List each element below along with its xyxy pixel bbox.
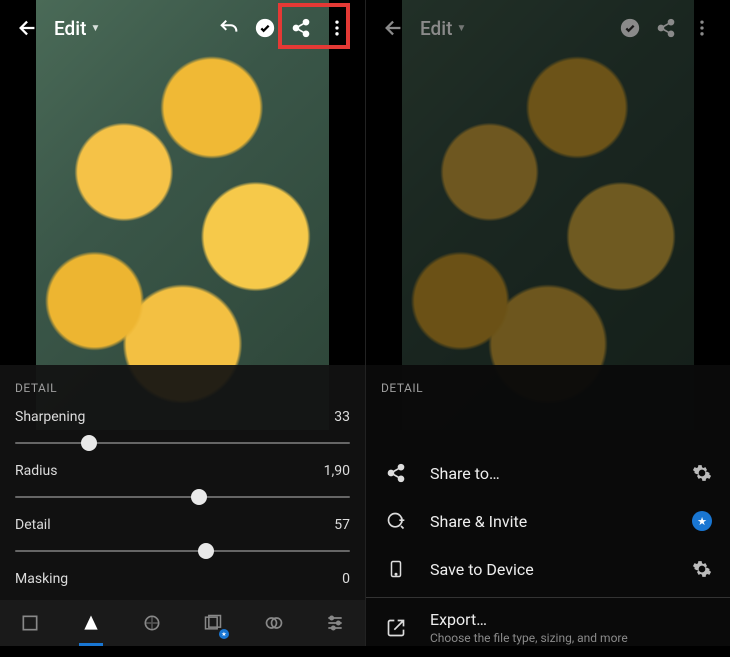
nav-presets-icon[interactable]: ★ — [193, 603, 233, 643]
export-icon — [384, 618, 408, 638]
chevron-down-icon: ▼ — [456, 23, 466, 34]
gear-icon[interactable] — [692, 559, 712, 579]
nav-optics-icon[interactable] — [132, 603, 172, 643]
invite-icon — [384, 511, 408, 531]
undo-icon[interactable] — [211, 10, 247, 46]
share-icon[interactable] — [283, 10, 319, 46]
share-icon — [384, 463, 408, 483]
slider-value: 0 — [342, 571, 350, 587]
nav-adjust-icon[interactable] — [315, 603, 355, 643]
gear-icon[interactable] — [692, 463, 712, 483]
nav-detail-icon[interactable] — [71, 603, 111, 643]
back-icon[interactable] — [10, 10, 46, 46]
mode-label: Edit — [420, 17, 452, 40]
slider-detail[interactable]: Detail 57 — [0, 513, 365, 567]
nav-effects-icon[interactable] — [254, 603, 294, 643]
share-item-label: Share & Invite — [430, 512, 670, 531]
more-icon[interactable] — [684, 10, 720, 46]
more-icon[interactable] — [319, 10, 355, 46]
mode-label: Edit — [54, 17, 86, 40]
slider-masking[interactable]: Masking 0 — [0, 567, 365, 601]
mode-dropdown[interactable]: Edit ▼ — [46, 17, 108, 40]
top-bar: Edit ▼ — [366, 0, 730, 56]
top-bar: Edit ▼ — [0, 0, 365, 56]
slider-sharpening[interactable]: Sharpening 33 — [0, 405, 365, 459]
slider-radius[interactable]: Radius 1,90 — [0, 459, 365, 513]
chevron-down-icon: ▼ — [90, 23, 100, 34]
export-item[interactable]: Export… Choose the file type, sizing, an… — [366, 598, 730, 657]
premium-badge-icon: ★ — [692, 511, 712, 531]
slider-value: 1,90 — [324, 463, 350, 479]
share-icon[interactable] — [648, 10, 684, 46]
share-to-item[interactable]: Share to… — [366, 449, 730, 497]
share-item-subtitle: Choose the file type, sizing, and more — [430, 631, 712, 645]
slider-label: Detail — [15, 517, 51, 533]
premium-badge-icon: ★ — [219, 629, 229, 639]
section-title: DETAIL — [366, 365, 730, 405]
slider-value: 33 — [334, 409, 350, 425]
detail-controls: DETAIL Sharpening 33 Radius 1,90 Detail … — [0, 365, 365, 600]
edit-panel-left: Edit ▼ DETAIL Sharpening 33 Radiu — [0, 0, 365, 646]
share-item-label: Save to Device — [430, 560, 670, 579]
section-title: DETAIL — [0, 365, 365, 405]
device-icon — [384, 558, 408, 580]
nav-crop-icon[interactable] — [10, 603, 50, 643]
slider-value: 57 — [334, 517, 350, 533]
confirm-icon[interactable] — [612, 10, 648, 46]
mode-dropdown[interactable]: Edit ▼ — [412, 17, 474, 40]
slider-label: Masking — [15, 571, 68, 587]
slider-label: Radius — [15, 463, 58, 479]
share-item-label: Export… — [430, 610, 712, 629]
save-device-item[interactable]: Save to Device — [366, 545, 730, 593]
share-invite-item[interactable]: Share & Invite ★ — [366, 497, 730, 545]
back-icon[interactable] — [376, 10, 412, 46]
slider-label: Sharpening — [15, 409, 85, 425]
share-sheet: DETAIL Share to… Share & Invite ★ — [366, 365, 730, 646]
share-item-label: Share to… — [430, 464, 670, 483]
share-panel-right: Edit ▼ DETAIL Share to… — [365, 0, 730, 646]
bottom-nav: ★ — [0, 600, 365, 646]
confirm-icon[interactable] — [247, 10, 283, 46]
